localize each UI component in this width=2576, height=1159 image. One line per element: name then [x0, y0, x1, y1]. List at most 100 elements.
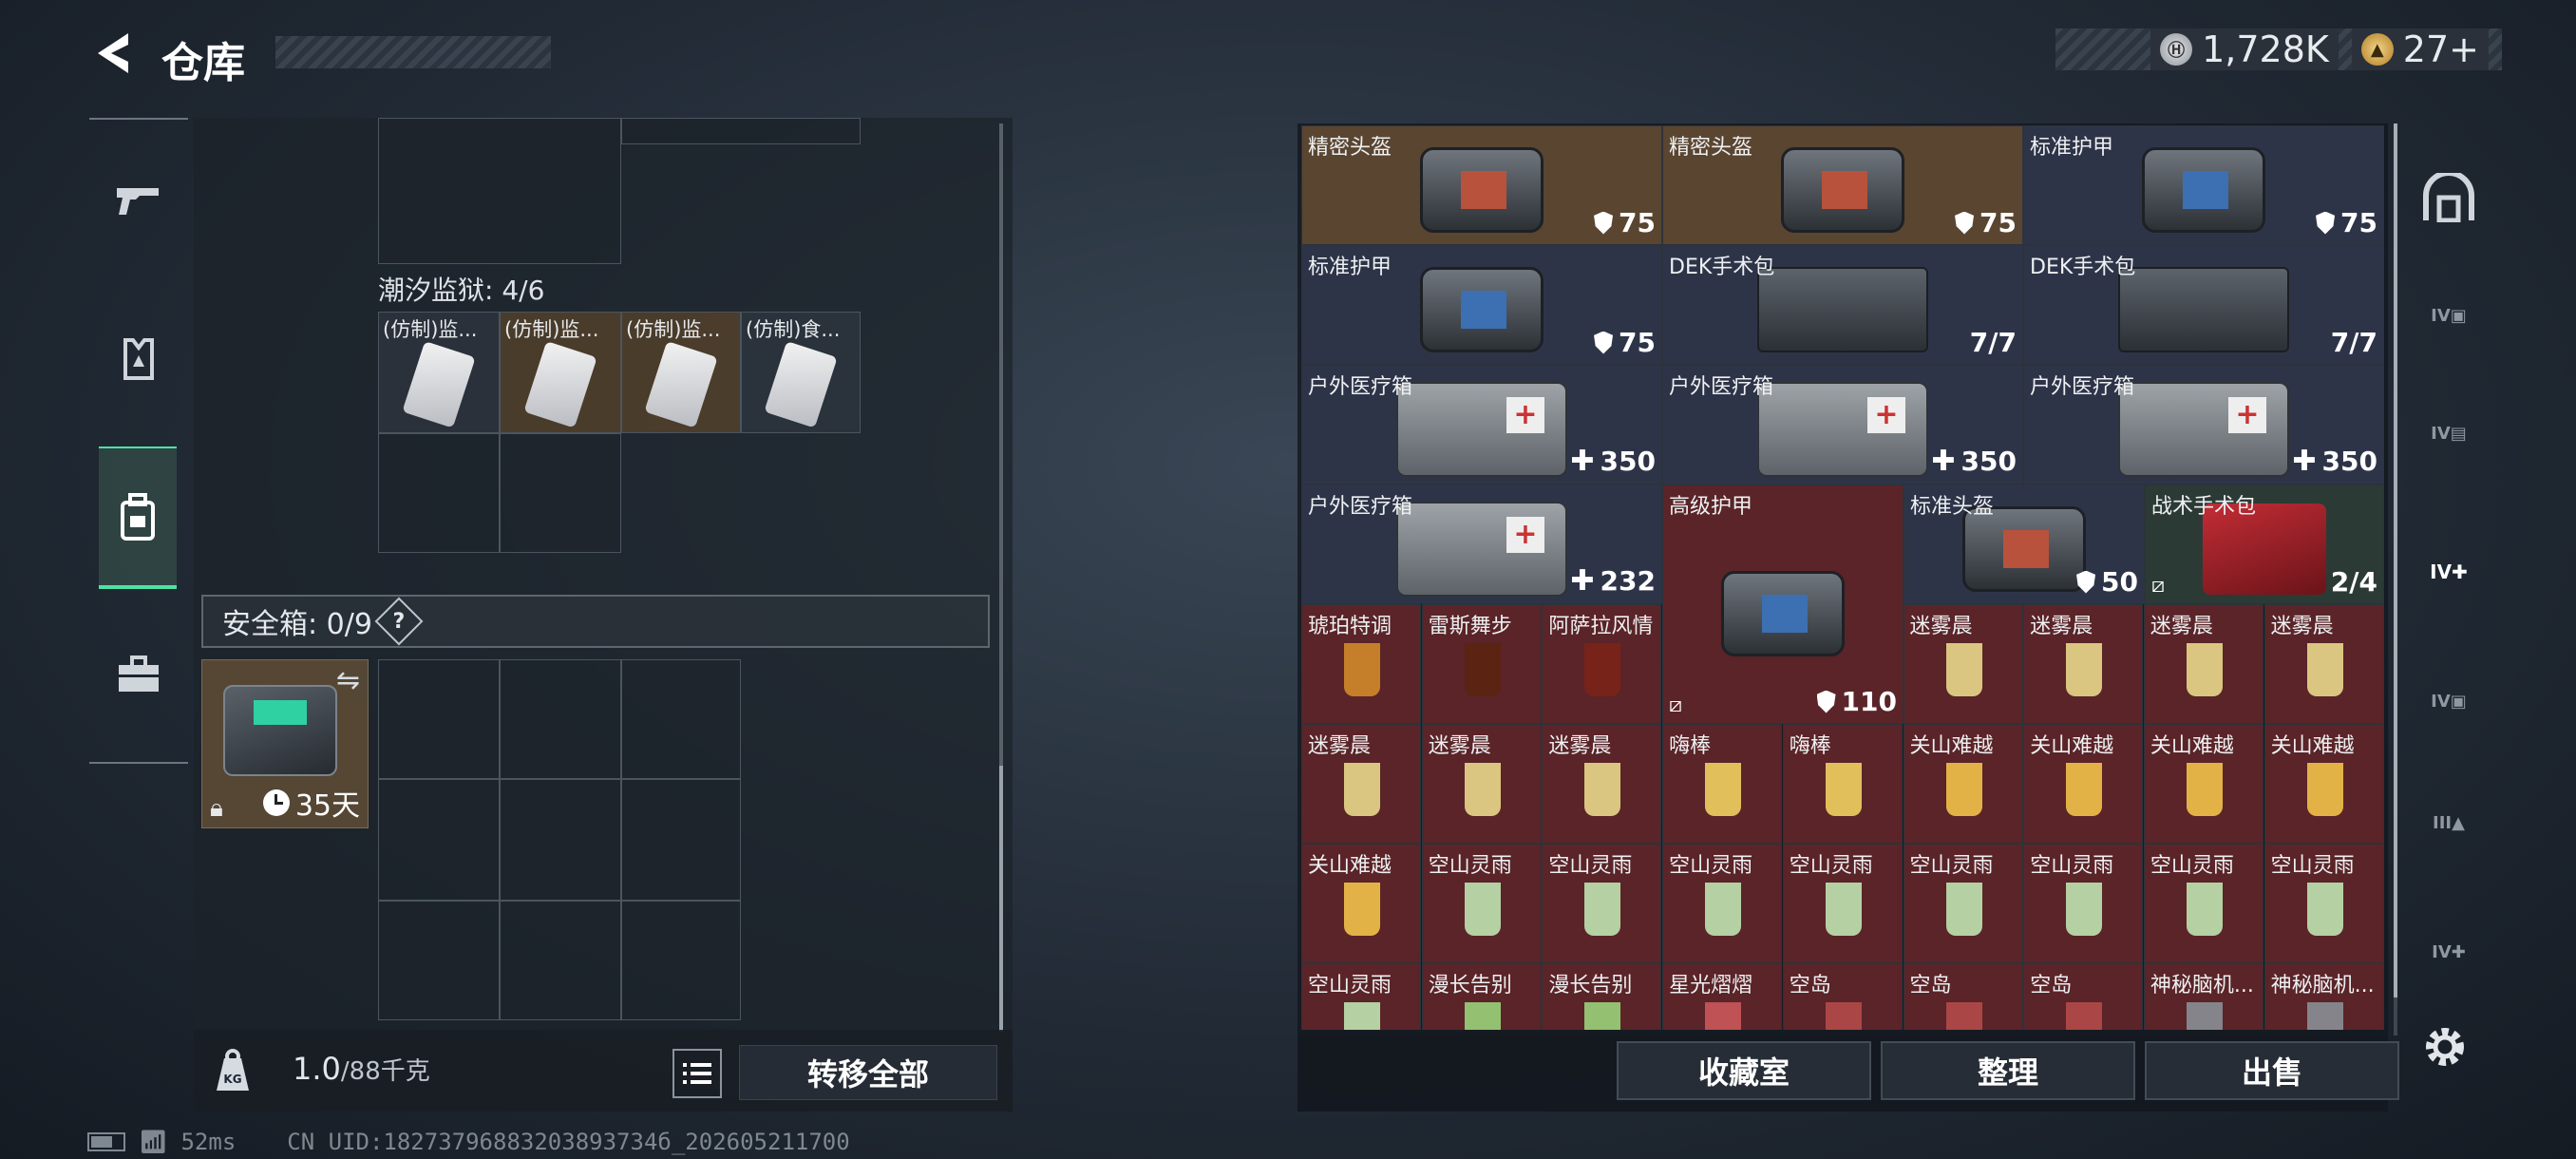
stash-item[interactable]: + 户外医疗箱 ✚ 350 — [1662, 365, 2023, 484]
safe-slot[interactable] — [500, 659, 621, 779]
nav-backpack[interactable] — [99, 446, 177, 589]
nav-weapons[interactable] — [103, 163, 175, 236]
drink-item[interactable]: 空山灵雨 — [1782, 844, 1903, 963]
section-label: 潮汐监狱: 4/6 — [378, 275, 545, 306]
stash-item[interactable]: 战术手术包 2/4 ⧄ — [2145, 484, 2384, 604]
top-bar: 仓库 Ⓗ 1,728K ▲ 27+ — [0, 0, 2576, 104]
container-slot[interactable] — [378, 118, 621, 264]
drink-item[interactable]: 嗨棒 — [1662, 724, 1783, 844]
safe-box-item[interactable]: ⇋ 🔒︎ 35天 — [201, 659, 369, 828]
drink-item[interactable]: 空岛 — [1782, 963, 1903, 1030]
drink-item[interactable]: 空山灵雨 — [2023, 844, 2144, 963]
drink-item[interactable]: 琥珀特调 — [1301, 604, 1421, 724]
drink-item[interactable]: 雷斯舞步 — [1421, 604, 1542, 724]
safe-slot[interactable] — [500, 901, 621, 1020]
stash-item[interactable]: DEK手术包 7/7 — [2023, 245, 2384, 365]
item-name: 迷雾晨 — [1548, 734, 1612, 758]
drink-item[interactable]: 关山难越 — [2263, 724, 2384, 844]
drink-item[interactable]: 阿萨拉风情 — [1542, 604, 1662, 724]
drink-item[interactable]: 迷雾晨 — [1903, 604, 2023, 724]
container-slot[interactable] — [621, 118, 861, 144]
stash-item[interactable]: 高级护甲 110 ⧄ — [1662, 484, 1904, 724]
safe-slot[interactable] — [621, 659, 741, 779]
drink-item[interactable]: 漫长告别 — [1421, 963, 1542, 1030]
glass-icon — [2066, 883, 2103, 936]
safe-slot[interactable] — [378, 779, 500, 901]
stash-tab-main[interactable] — [2416, 165, 2481, 230]
stash-item[interactable]: 标准护甲 75 — [2023, 125, 2384, 245]
stash-item[interactable]: + 户外医疗箱 ✚ 350 — [1301, 365, 1662, 484]
drink-item[interactable]: 关山难越 — [1301, 844, 1421, 963]
drink-item[interactable]: 迷雾晨 — [1301, 724, 1421, 844]
settings-button[interactable] — [2418, 1020, 2472, 1074]
drink-item[interactable]: 关山难越 — [2143, 724, 2263, 844]
drink-item[interactable]: 空山灵雨 — [1542, 844, 1662, 963]
nav-armor[interactable] — [103, 323, 175, 395]
stash-tab-iv-b[interactable]: IV▤ — [2416, 401, 2481, 466]
stash-item[interactable]: 精密头盔 75 — [1662, 125, 2023, 245]
back-button[interactable] — [87, 27, 137, 80]
safe-slot[interactable] — [621, 901, 741, 1020]
drink-item[interactable]: 迷雾晨 — [1542, 724, 1662, 844]
nav-toolbox[interactable] — [103, 638, 175, 711]
drink-item[interactable]: 空山灵雨 — [2263, 844, 2384, 963]
stash-item[interactable]: 标准头盔 50 — [1904, 484, 2145, 604]
drink-item[interactable]: 神秘脑机... — [2263, 963, 2384, 1030]
silver-currency[interactable]: Ⓗ 1,728K — [2150, 28, 2339, 70]
drink-item[interactable]: 空山灵雨 — [2143, 844, 2263, 963]
drink-item[interactable]: 迷雾晨 — [2143, 604, 2263, 724]
swap-icon[interactable]: ⇋ — [336, 664, 360, 697]
transfer-all-button[interactable]: 转移全部 — [739, 1045, 997, 1100]
empty-slot[interactable] — [500, 433, 621, 553]
drink-item[interactable]: 嗨棒 — [1782, 724, 1903, 844]
inventory-item[interactable]: (仿制)监... — [378, 312, 500, 433]
inventory-item[interactable]: (仿制)监... — [500, 312, 621, 433]
drink-item[interactable]: 神秘脑机... — [2143, 963, 2263, 1030]
left-scrollbar-thumb[interactable] — [999, 766, 1003, 1032]
safe-slot[interactable] — [378, 659, 500, 779]
list-view-button[interactable] — [672, 1049, 722, 1098]
drink-item[interactable]: 漫长告别 — [1542, 963, 1662, 1030]
glass-icon — [1945, 883, 1982, 936]
drink-item[interactable]: 迷雾晨 — [1421, 724, 1542, 844]
stash-item[interactable]: 精密头盔 75 — [1301, 125, 1662, 245]
drink-item[interactable]: 星光熠熠 — [1662, 963, 1783, 1030]
drink-item[interactable]: 关山难越 — [2023, 724, 2144, 844]
drink-item[interactable]: 空山灵雨 — [1301, 963, 1421, 1030]
drink-item[interactable]: 迷雾晨 — [2023, 604, 2144, 724]
safe-slot[interactable] — [621, 779, 741, 901]
stash-item[interactable]: + 户外医疗箱 ✚ 232 — [1301, 484, 1662, 604]
stash-tab-iii[interactable]: III▲ — [2416, 790, 2481, 855]
sell-button[interactable]: 出售 — [2145, 1041, 2399, 1100]
stash-item[interactable]: + 户外医疗箱 ✚ 350 — [2023, 365, 2384, 484]
gold-currency[interactable]: ▲ 27+ — [2351, 28, 2489, 70]
safe-slot[interactable] — [378, 901, 500, 1020]
stash-item[interactable]: DEK手术包 7/7 — [1662, 245, 2023, 365]
inventory-item[interactable]: (仿制)食... — [741, 312, 861, 433]
card-item-icon — [402, 341, 476, 428]
stash-tab-iv-medical[interactable]: IV✚ — [2416, 540, 2481, 604]
drink-item[interactable]: 迷雾晨 — [2263, 604, 2384, 724]
help-icon[interactable]: ? — [374, 597, 424, 646]
stash-scrollbar-thumb[interactable] — [2394, 124, 2397, 998]
item-name: 精密头盔 — [1669, 136, 1753, 160]
drink-item[interactable]: 空山灵雨 — [1662, 844, 1783, 963]
stash-tab-iv-c[interactable]: IV▣ — [2416, 669, 2481, 733]
drink-item[interactable]: 空岛 — [2023, 963, 2144, 1030]
sort-button[interactable]: 整理 — [1881, 1041, 2135, 1100]
item-name: 空山灵雨 — [1669, 854, 1753, 878]
safe-slot[interactable] — [500, 779, 621, 901]
stash-tab-iv-d[interactable]: IV✚ — [2416, 920, 2481, 984]
drink-item[interactable]: 空山灵雨 — [1903, 844, 2023, 963]
stash-tab-iv-a[interactable]: IV▣ — [2416, 283, 2481, 348]
stash-item[interactable]: 标准护甲 75 — [1301, 245, 1662, 365]
drink-item[interactable]: 空岛 — [1903, 963, 2023, 1030]
glass-icon — [1344, 1002, 1380, 1030]
shield-icon — [1955, 211, 1975, 235]
inventory-item[interactable]: (仿制)监... — [621, 312, 741, 433]
drink-item[interactable]: 关山难越 — [1903, 724, 2023, 844]
glass-icon — [1464, 763, 1501, 816]
drink-item[interactable]: 空山灵雨 — [1421, 844, 1542, 963]
empty-slot[interactable] — [378, 433, 500, 553]
collection-button[interactable]: 收藏室 — [1617, 1041, 1871, 1100]
